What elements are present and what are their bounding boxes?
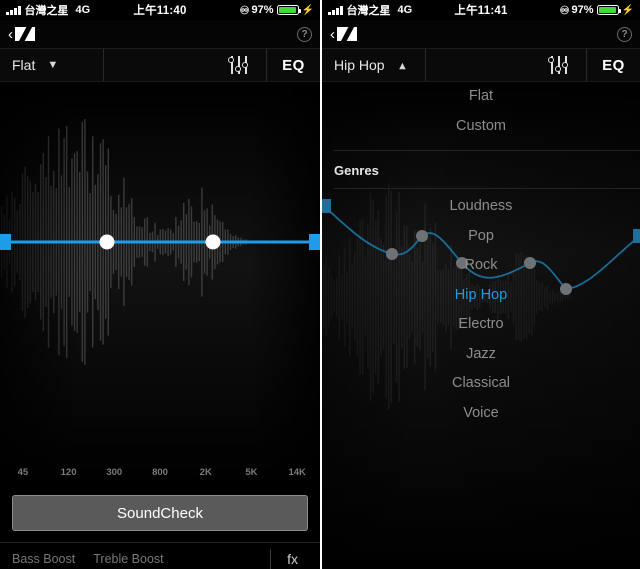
freq-tick: 300 bbox=[106, 466, 123, 478]
left-nav-bar: ‹ ? bbox=[0, 20, 320, 48]
sliders-icon[interactable] bbox=[546, 55, 572, 75]
app-screenshot: 台灣之星 4G 上午11:40 ♾ 97% ⚡ ‹ ? Flat ▼ EQ 45… bbox=[0, 0, 640, 569]
eq-endpoint-left bbox=[322, 199, 331, 213]
preset-selector[interactable]: Hip Hop ▼ bbox=[322, 49, 426, 81]
left-toolbar: Flat ▼ EQ bbox=[0, 48, 320, 82]
eq-node-handle bbox=[524, 257, 536, 269]
eq-endpoint-left bbox=[0, 234, 11, 250]
right-eq-graph[interactable]: Flat Custom Genres Loudness Pop Rock Hip… bbox=[322, 82, 640, 569]
preset-selector[interactable]: Flat ▼ bbox=[0, 49, 104, 81]
sennheiser-logo-icon bbox=[337, 27, 357, 41]
right-status-bar: 台灣之星 4G 上午11:41 ♾ 97% ⚡ bbox=[322, 0, 640, 20]
eq-endpoint-right bbox=[633, 229, 640, 243]
eq-tab-button[interactable]: EQ bbox=[586, 49, 640, 81]
chevron-down-icon: ▼ bbox=[47, 58, 59, 71]
status-right-group: ♾ 97% ⚡ bbox=[240, 4, 314, 17]
help-icon[interactable]: ? bbox=[617, 26, 632, 42]
freq-tick: 2K bbox=[199, 466, 212, 478]
preset-name-label: Hip Hop bbox=[334, 57, 385, 73]
eq-node-handle bbox=[205, 234, 221, 250]
back-chevron-icon[interactable]: ‹ bbox=[330, 27, 335, 42]
status-right-group: ♾ 97% ⚡ bbox=[560, 4, 634, 17]
freq-tick: 800 bbox=[152, 466, 168, 478]
frequency-axis-labels: 45 120 300 800 2K 5K 14K bbox=[0, 459, 320, 485]
left-bottom-bar: SoundCheck Bass Boost Treble Boost fx bbox=[0, 485, 320, 569]
soundcheck-wrapper: SoundCheck bbox=[0, 485, 320, 531]
eq-node-handle bbox=[560, 283, 572, 295]
soundcheck-button[interactable]: SoundCheck bbox=[12, 495, 308, 531]
back-chevron-icon[interactable]: ‹ bbox=[8, 27, 13, 42]
fx-divider bbox=[270, 549, 272, 569]
battery-percent-label: 97% bbox=[571, 4, 594, 16]
battery-icon bbox=[596, 5, 621, 15]
eq-node-handle bbox=[456, 257, 468, 269]
freq-tick: 45 bbox=[17, 466, 29, 478]
freq-tick: 14K bbox=[288, 466, 306, 478]
eq-node-handle bbox=[386, 248, 398, 260]
left-phone-panel: 台灣之星 4G 上午11:40 ♾ 97% ⚡ ‹ ? Flat ▼ EQ 45… bbox=[0, 0, 320, 569]
eq-tab-button[interactable]: EQ bbox=[266, 49, 320, 81]
left-eq-svg bbox=[0, 82, 320, 485]
freq-tick: 5K bbox=[245, 466, 258, 478]
left-eq-graph[interactable]: 45 120 300 800 2K 5K 14K bbox=[0, 82, 320, 485]
eq-endpoint-right bbox=[309, 234, 320, 250]
eq-node-handle bbox=[416, 230, 428, 242]
lightning-bolt-icon: ⚡ bbox=[301, 4, 314, 16]
right-nav-bar: ‹ ? bbox=[322, 20, 640, 48]
headphones-icon: ♾ bbox=[239, 4, 250, 17]
eq-node-handle bbox=[99, 234, 115, 250]
chevron-up-icon: ▼ bbox=[396, 59, 408, 72]
lightning-bolt-icon: ⚡ bbox=[621, 4, 634, 16]
headphones-icon: ♾ bbox=[559, 4, 570, 17]
help-icon[interactable]: ? bbox=[297, 26, 312, 42]
sliders-icon[interactable] bbox=[226, 55, 252, 75]
fx-group: fx bbox=[270, 543, 308, 569]
treble-boost-button[interactable]: Treble Boost bbox=[93, 552, 163, 566]
battery-icon bbox=[276, 5, 301, 15]
preset-name-label: Flat bbox=[12, 57, 36, 73]
right-phone-panel: 台灣之星 4G 上午11:41 ♾ 97% ⚡ ‹ ? Hip Hop ▼ EQ… bbox=[320, 0, 640, 569]
left-footer: Bass Boost Treble Boost fx bbox=[0, 543, 320, 569]
fx-button[interactable]: fx bbox=[287, 551, 298, 567]
right-eq-svg bbox=[322, 82, 640, 569]
right-toolbar: Hip Hop ▼ EQ bbox=[322, 48, 640, 82]
left-status-bar: 台灣之星 4G 上午11:40 ♾ 97% ⚡ bbox=[0, 0, 320, 20]
bass-boost-button[interactable]: Bass Boost bbox=[12, 552, 75, 566]
battery-percent-label: 97% bbox=[251, 4, 274, 16]
sennheiser-logo-icon bbox=[15, 27, 35, 41]
freq-tick: 120 bbox=[60, 466, 77, 478]
